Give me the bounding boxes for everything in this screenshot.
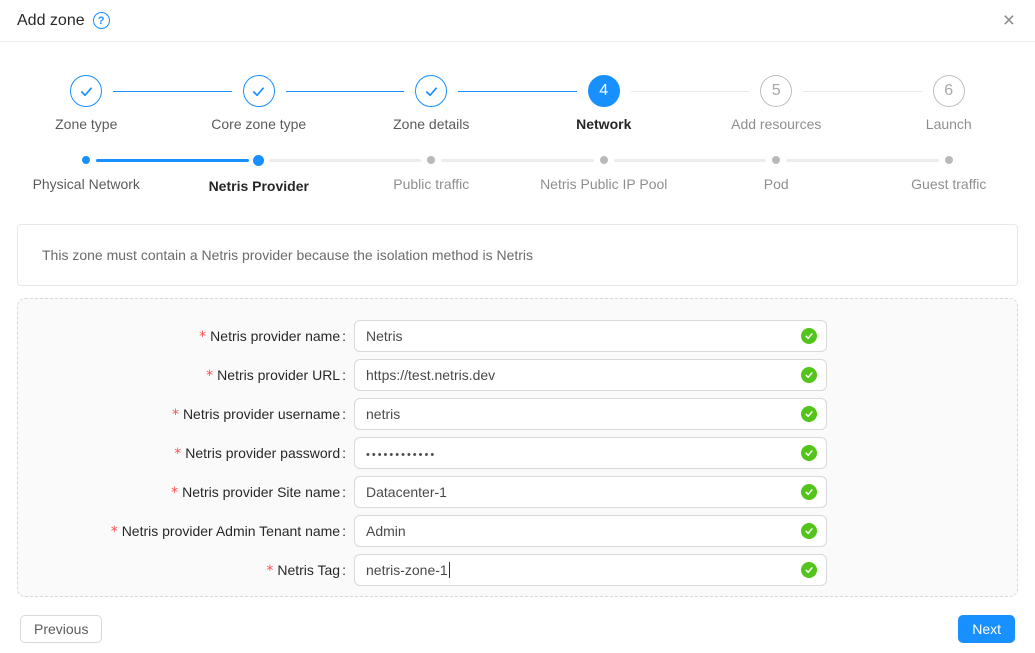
substep-pod: Pod bbox=[690, 156, 863, 194]
step-title: Network bbox=[518, 116, 691, 132]
netris-provider-username-input[interactable]: netris bbox=[354, 398, 827, 430]
required-asterisk: * bbox=[172, 407, 179, 423]
step-dot-icon bbox=[253, 155, 264, 166]
valid-check-icon bbox=[801, 562, 817, 578]
substep-title: Physical Network bbox=[0, 176, 173, 192]
step-dot-icon bbox=[427, 156, 435, 164]
field-label: *Netris provider Site name: bbox=[18, 476, 354, 509]
field-label: *Netris provider username: bbox=[18, 398, 354, 431]
required-asterisk: * bbox=[206, 368, 213, 384]
substep-netris-provider: Netris Provider bbox=[173, 156, 346, 194]
valid-check-icon bbox=[801, 445, 817, 461]
form-row: *Netris provider Admin Tenant name: Admi… bbox=[18, 515, 1017, 548]
netris-provider-site-name-input[interactable]: Datacenter-1 bbox=[354, 476, 827, 508]
required-asterisk: * bbox=[174, 446, 181, 462]
step-number-icon: 6 bbox=[933, 75, 965, 107]
step-check-icon bbox=[243, 75, 275, 107]
substep-title: Pod bbox=[690, 176, 863, 192]
substep-netris-public-ip-pool: Netris Public IP Pool bbox=[518, 156, 691, 194]
netris-provider-admin-tenant-name-input[interactable]: Admin bbox=[354, 515, 827, 547]
step-core-zone-type: Core zone type bbox=[173, 75, 346, 132]
valid-check-icon bbox=[801, 328, 817, 344]
required-asterisk: * bbox=[111, 524, 118, 540]
field-label: *Netris provider password: bbox=[18, 437, 354, 470]
field-label: *Netris Tag: bbox=[18, 554, 354, 587]
required-asterisk: * bbox=[199, 329, 206, 345]
step-add-resources: 5 Add resources bbox=[690, 75, 863, 132]
field-label: *Netris provider name: bbox=[18, 320, 354, 353]
step-dot-icon bbox=[600, 156, 608, 164]
step-check-icon bbox=[70, 75, 102, 107]
form-row: *Netris provider URL: https://test.netri… bbox=[18, 359, 1017, 392]
netris-provider-password-input[interactable]: •••••••••••• bbox=[354, 437, 827, 469]
form-row: *Netris provider username: netris bbox=[18, 398, 1017, 431]
close-icon[interactable]: × bbox=[997, 8, 1021, 33]
substep-physical-network: Physical Network bbox=[0, 156, 173, 194]
valid-check-icon bbox=[801, 367, 817, 383]
substep-guest-traffic: Guest traffic bbox=[863, 156, 1035, 194]
form-row: *Netris provider name: Netris bbox=[18, 320, 1017, 353]
step-number-icon: 5 bbox=[760, 75, 792, 107]
network-substeps: Physical Network Netris Provider Public … bbox=[0, 156, 1035, 194]
dialog-header: Add zone ? × bbox=[0, 0, 1035, 42]
dialog-title: Add zone bbox=[17, 12, 85, 30]
field-label: *Netris provider Admin Tenant name: bbox=[18, 515, 354, 548]
substep-title: Guest traffic bbox=[863, 176, 1035, 192]
next-button[interactable]: Next bbox=[958, 615, 1015, 643]
required-asterisk: * bbox=[171, 485, 178, 501]
step-title: Zone details bbox=[345, 116, 518, 132]
substep-title: Netris Public IP Pool bbox=[518, 176, 691, 192]
step-title: Launch bbox=[863, 116, 1035, 132]
step-network: 4 Network bbox=[518, 75, 691, 132]
field-label: *Netris provider URL: bbox=[18, 359, 354, 392]
netris-provider-form: *Netris provider name: Netris *Netris pr… bbox=[17, 298, 1018, 597]
step-launch: 6 Launch bbox=[863, 75, 1035, 132]
netris-provider-url-input[interactable]: https://test.netris.dev bbox=[354, 359, 827, 391]
substep-title: Public traffic bbox=[345, 176, 518, 192]
isolation-notice: This zone must contain a Netris provider… bbox=[17, 224, 1018, 286]
step-zone-type: Zone type bbox=[0, 75, 173, 132]
required-asterisk: * bbox=[266, 563, 273, 579]
form-row: *Netris provider password: •••••••••••• bbox=[18, 437, 1017, 470]
previous-button[interactable]: Previous bbox=[20, 615, 102, 643]
substep-title: Netris Provider bbox=[173, 178, 346, 194]
text-cursor bbox=[449, 562, 450, 578]
dialog-footer: Previous Next bbox=[20, 615, 1015, 643]
step-number-icon: 4 bbox=[588, 75, 620, 107]
substep-public-traffic: Public traffic bbox=[345, 156, 518, 194]
step-dot-icon bbox=[945, 156, 953, 164]
form-row: *Netris provider Site name: Datacenter-1 bbox=[18, 476, 1017, 509]
netris-provider-name-input[interactable]: Netris bbox=[354, 320, 827, 352]
step-title: Core zone type bbox=[173, 116, 346, 132]
valid-check-icon bbox=[801, 523, 817, 539]
step-dot-icon bbox=[772, 156, 780, 164]
valid-check-icon bbox=[801, 406, 817, 422]
valid-check-icon bbox=[801, 484, 817, 500]
wizard-steps: Zone type Core zone type Zone details 4 … bbox=[0, 75, 1035, 132]
step-zone-details: Zone details bbox=[345, 75, 518, 132]
form-row: *Netris Tag: netris-zone-1 bbox=[18, 554, 1017, 587]
step-dot-icon bbox=[82, 156, 90, 164]
step-title: Zone type bbox=[0, 116, 173, 132]
netris-tag-input[interactable]: netris-zone-1 bbox=[354, 554, 827, 586]
step-title: Add resources bbox=[690, 116, 863, 132]
step-check-icon bbox=[415, 75, 447, 107]
help-icon[interactable]: ? bbox=[93, 12, 110, 29]
